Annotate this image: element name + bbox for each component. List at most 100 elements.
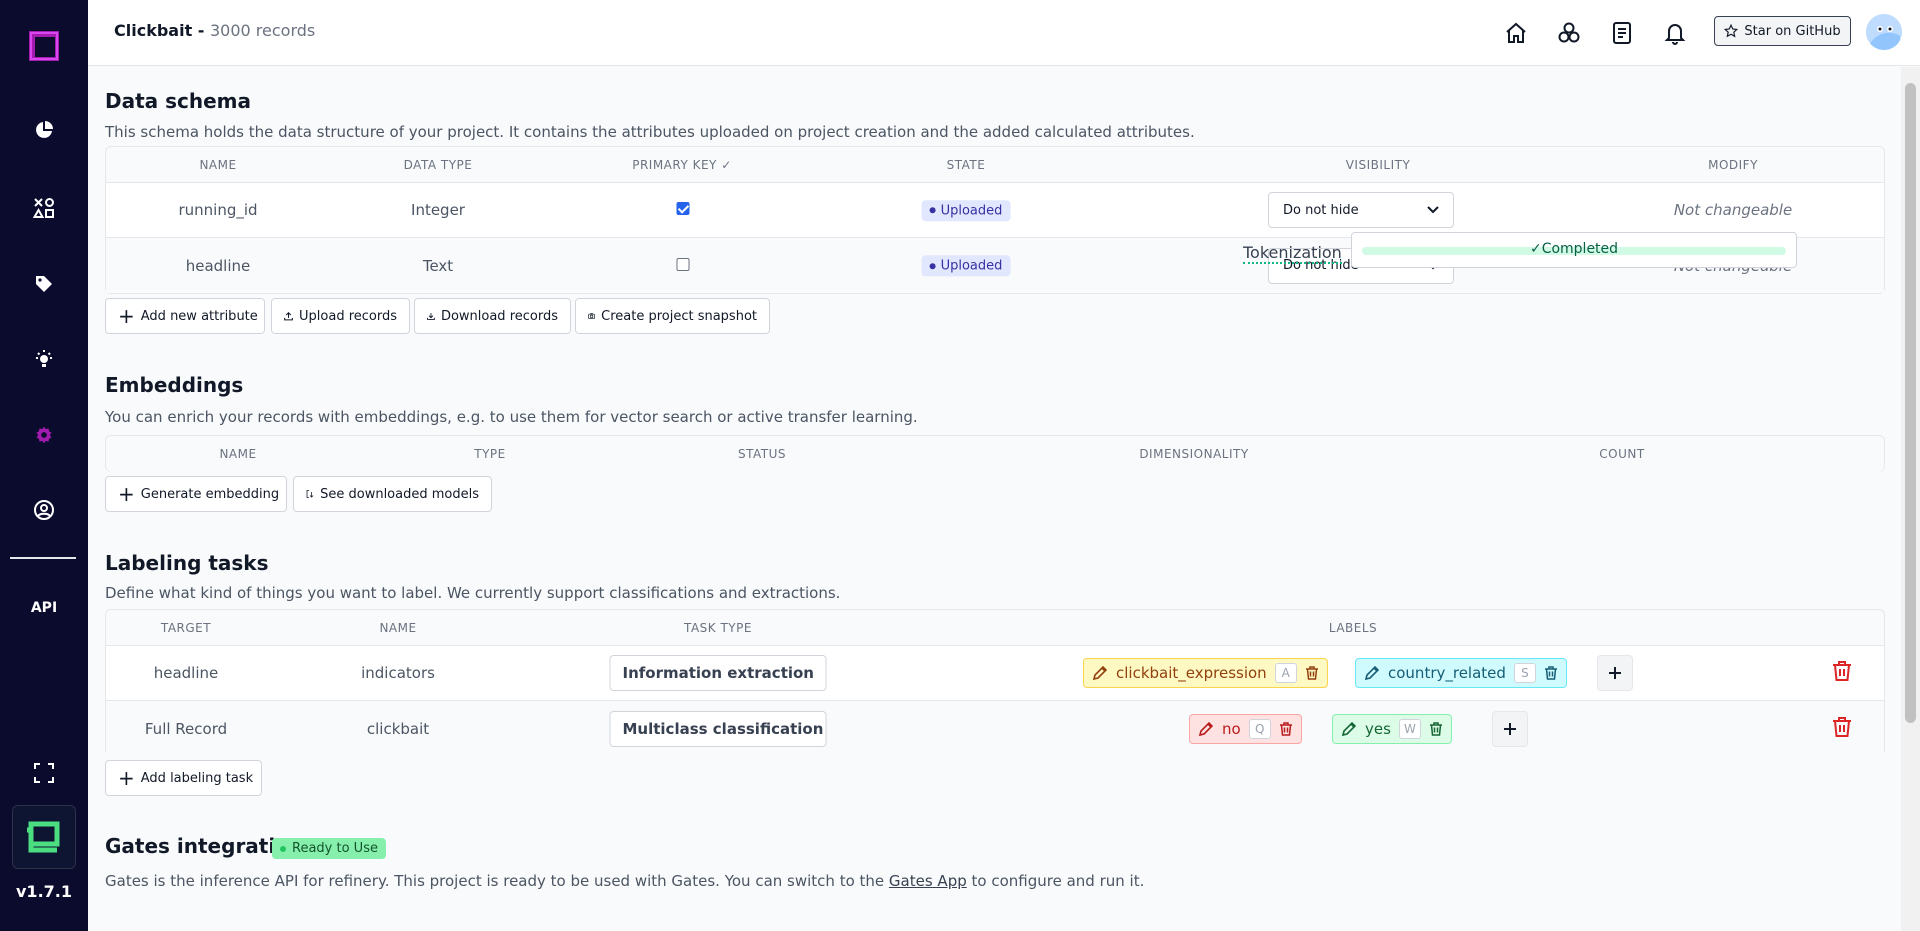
label-chip[interactable]: clickbait_expression A (1083, 658, 1328, 688)
documentation-icon[interactable] (1608, 19, 1636, 47)
label-name: yes (1365, 719, 1391, 738)
tokenization-status: ✓Completed (1352, 241, 1796, 257)
col-modify: MODIFY (1708, 158, 1758, 172)
sidebar-divider (10, 557, 76, 559)
trash-icon (1833, 661, 1851, 681)
task-type-value: Multiclass classification (622, 719, 824, 738)
labeling-tag-icon[interactable] (0, 264, 88, 304)
col-primary-key: PRIMARY KEY ✓ (632, 158, 732, 172)
notifications-bell-icon[interactable] (1661, 19, 1689, 47)
kern-logo-icon[interactable] (12, 805, 76, 869)
create-snapshot-button[interactable]: Create project snapshot (575, 298, 770, 334)
delete-task-button[interactable] (1832, 660, 1852, 686)
add-labeling-task-label: Add labeling task (140, 770, 254, 786)
projects-circles-icon[interactable] (1555, 19, 1583, 47)
add-label-button[interactable] (1492, 710, 1528, 747)
attr-name: headline (185, 256, 251, 275)
add-labeling-task-button[interactable]: + Add labeling task (105, 760, 262, 796)
label-chip[interactable]: no Q (1189, 713, 1302, 744)
task-type-select[interactable]: Multiclass classification (609, 710, 827, 747)
trash-icon[interactable] (1305, 666, 1319, 680)
label-hotkey: Q (1248, 718, 1271, 739)
camera-icon (588, 312, 596, 320)
plus-icon: + (118, 304, 135, 328)
plus-icon: + (118, 766, 135, 790)
attr-data-type: Text (422, 256, 454, 275)
star-on-github-button[interactable]: Star on GitHub (1714, 16, 1851, 46)
status-badge-label: Ready to Use (292, 841, 378, 856)
checkbox-checked (676, 202, 690, 215)
home-icon[interactable] (1502, 19, 1530, 47)
check-icon: ✓ (1529, 241, 1542, 257)
data-schema-description: This schema holds the data structure of … (105, 123, 1195, 141)
gates-description-text: Gates is the inference API for refinery.… (105, 872, 885, 890)
task-type-select[interactable]: Information extraction (609, 655, 827, 691)
generate-embedding-button[interactable]: + Generate embedding (105, 476, 287, 512)
visibility-select[interactable]: Do not hide (1268, 192, 1454, 228)
add-label-button[interactable] (1597, 655, 1633, 691)
col-dimensionality: DIMENSIONALITY (1139, 447, 1249, 461)
table-header: TARGET NAME TASK TYPE LABELS (106, 610, 1884, 646)
gates-description-suffix: to configure and run it. (971, 872, 1145, 890)
col-name: NAME (219, 447, 257, 461)
col-visibility: VISIBILITY (1345, 158, 1411, 172)
col-task-type: TASK TYPE (684, 621, 752, 635)
data-browser-shapes-icon[interactable] (0, 188, 88, 228)
primary-key-checkbox[interactable] (676, 257, 690, 275)
labeling-tasks-table: TARGET NAME TASK TYPE LABELS headline in… (105, 609, 1885, 756)
trash-icon[interactable] (1544, 666, 1558, 680)
heuristics-bulb-icon[interactable] (0, 340, 88, 380)
label-chip[interactable]: country_related S (1355, 658, 1567, 688)
embeddings-description: You can enrich your records with embeddi… (105, 408, 918, 426)
pencil-icon[interactable] (1341, 721, 1357, 737)
overview-chart-icon[interactable] (0, 110, 88, 150)
state-label: Uploaded (940, 258, 1003, 274)
table-row: headline indicators Information extracti… (106, 646, 1884, 701)
user-account-icon[interactable] (0, 490, 88, 530)
attr-name: running_id (178, 201, 258, 219)
label-hotkey: A (1274, 663, 1297, 683)
table-row: Full Record clickbait Multiclass classif… (106, 701, 1884, 756)
see-downloaded-models-button[interactable]: See downloaded models (293, 476, 492, 512)
state-label: Uploaded (940, 202, 1003, 218)
table-header: NAME TYPE STATUS DIMENSIONALITY COUNT (106, 436, 1884, 472)
avatar[interactable] (1866, 14, 1902, 50)
fullscreen-icon[interactable] (0, 753, 88, 793)
upload-icon (284, 312, 293, 321)
label-chip[interactable]: yes W (1332, 713, 1452, 744)
download-records-button[interactable]: Download records (414, 298, 571, 334)
add-attribute-button[interactable]: + Add new attribute (105, 298, 265, 334)
status-dot-icon (929, 262, 936, 269)
col-target: TARGET (160, 621, 212, 635)
sidebar: API v1.7.1 (0, 0, 88, 931)
scrollbar-thumb[interactable] (1905, 83, 1916, 723)
trash-icon[interactable] (1279, 721, 1293, 736)
project-name: Clickbait (114, 21, 193, 40)
main-content: Data schema This schema holds the data s… (88, 67, 1901, 931)
state-badge: Uploaded (921, 255, 1011, 277)
gates-app-link[interactable]: Gates App (889, 872, 967, 890)
add-attribute-label: Add new attribute (140, 308, 258, 324)
upload-records-button[interactable]: Upload records (271, 298, 410, 334)
chevron-down-icon (1427, 206, 1439, 214)
pencil-icon[interactable] (1364, 665, 1380, 681)
col-count: COUNT (1599, 447, 1645, 461)
settings-gear-icon[interactable] (0, 415, 88, 455)
refinery-logo-icon[interactable] (0, 24, 88, 68)
trash-icon[interactable] (1429, 721, 1443, 736)
vertical-scrollbar[interactable] (1901, 67, 1920, 931)
app-version: v1.7.1 (16, 882, 72, 901)
api-link[interactable]: API (0, 588, 88, 628)
tokenization-status-label: Completed (1541, 241, 1619, 257)
label-name: no (1222, 719, 1241, 738)
primary-key-checkbox[interactable] (676, 201, 690, 219)
task-name: clickbait (366, 719, 430, 738)
col-data-type: DATA TYPE (403, 158, 473, 172)
col-status: STATUS (737, 447, 787, 461)
check-icon: ✓ (721, 158, 732, 172)
pencil-icon[interactable] (1198, 721, 1214, 737)
pencil-icon[interactable] (1092, 665, 1108, 681)
delete-task-button[interactable] (1832, 716, 1852, 742)
star-icon (1724, 24, 1739, 38)
tokenization-label[interactable]: Tokenization (1243, 243, 1342, 264)
